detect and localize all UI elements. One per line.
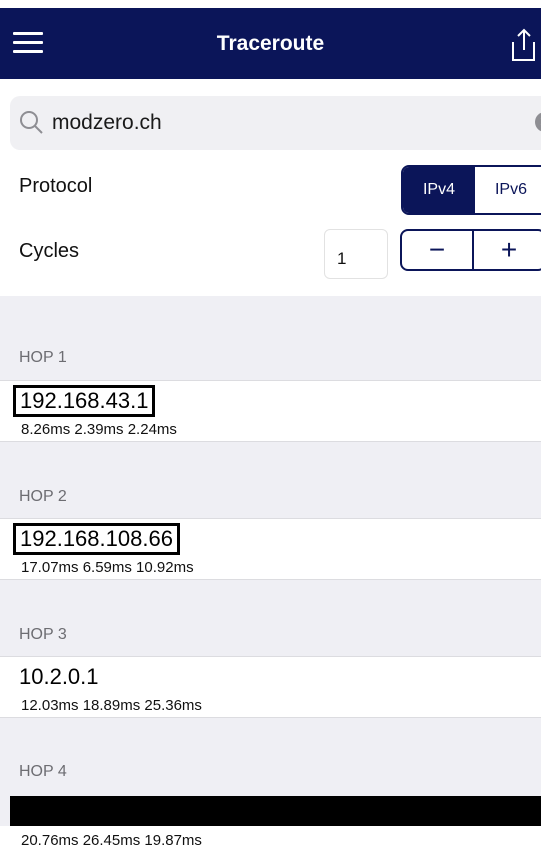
hop-ip-address: 10.2.0.1 [19,664,99,689]
protocol-ipv6-option[interactable]: IPv6 [475,167,541,213]
hop-row[interactable]: 192.168.108.66 17.07ms 6.59ms 10.92ms [0,518,541,580]
hop-header: HOP 1 [19,349,67,366]
search-icon [20,111,43,134]
protocol-ipv4-option[interactable]: IPv4 [403,167,475,213]
hop-latencies: 20.76ms 26.45ms 19.87ms [21,832,202,849]
hop-header: HOP 4 [19,763,67,780]
page-title: Traceroute [216,32,325,55]
hop-ip-address: 192.168.43.1 [13,385,156,417]
hop-latencies: 17.07ms 6.59ms 10.92ms [21,559,194,576]
decrement-button[interactable]: − [402,231,474,269]
cycles-value-field[interactable]: 1 [324,229,388,279]
hop-row[interactable]: 192.168.43.1 8.26ms 2.39ms 2.24ms [0,380,541,442]
cycles-stepper: − + [400,229,541,271]
redacted-ip-bar [10,796,541,826]
increment-button[interactable]: + [474,231,541,269]
hop-header: HOP 2 [19,488,67,505]
clear-search-icon[interactable]: ✕ [535,112,541,132]
hop-header: HOP 3 [19,626,67,643]
protocol-segmented-control: IPv4 IPv6 [401,165,541,215]
navigation-bar: Traceroute [0,8,541,79]
hop-latencies: 8.26ms 2.39ms 2.24ms [21,421,177,438]
hop-latencies: 12.03ms 18.89ms 25.36ms [21,697,202,714]
hop-ip-address: 192.168.108.66 [13,523,180,555]
search-bar: ✕ [10,96,541,150]
hop-row[interactable]: 10.2.0.1 12.03ms 18.89ms 25.36ms [0,656,541,718]
protocol-label: Protocol [19,175,93,197]
share-icon[interactable] [508,26,538,66]
search-input[interactable] [52,105,502,141]
cycles-label: Cycles [19,240,80,262]
